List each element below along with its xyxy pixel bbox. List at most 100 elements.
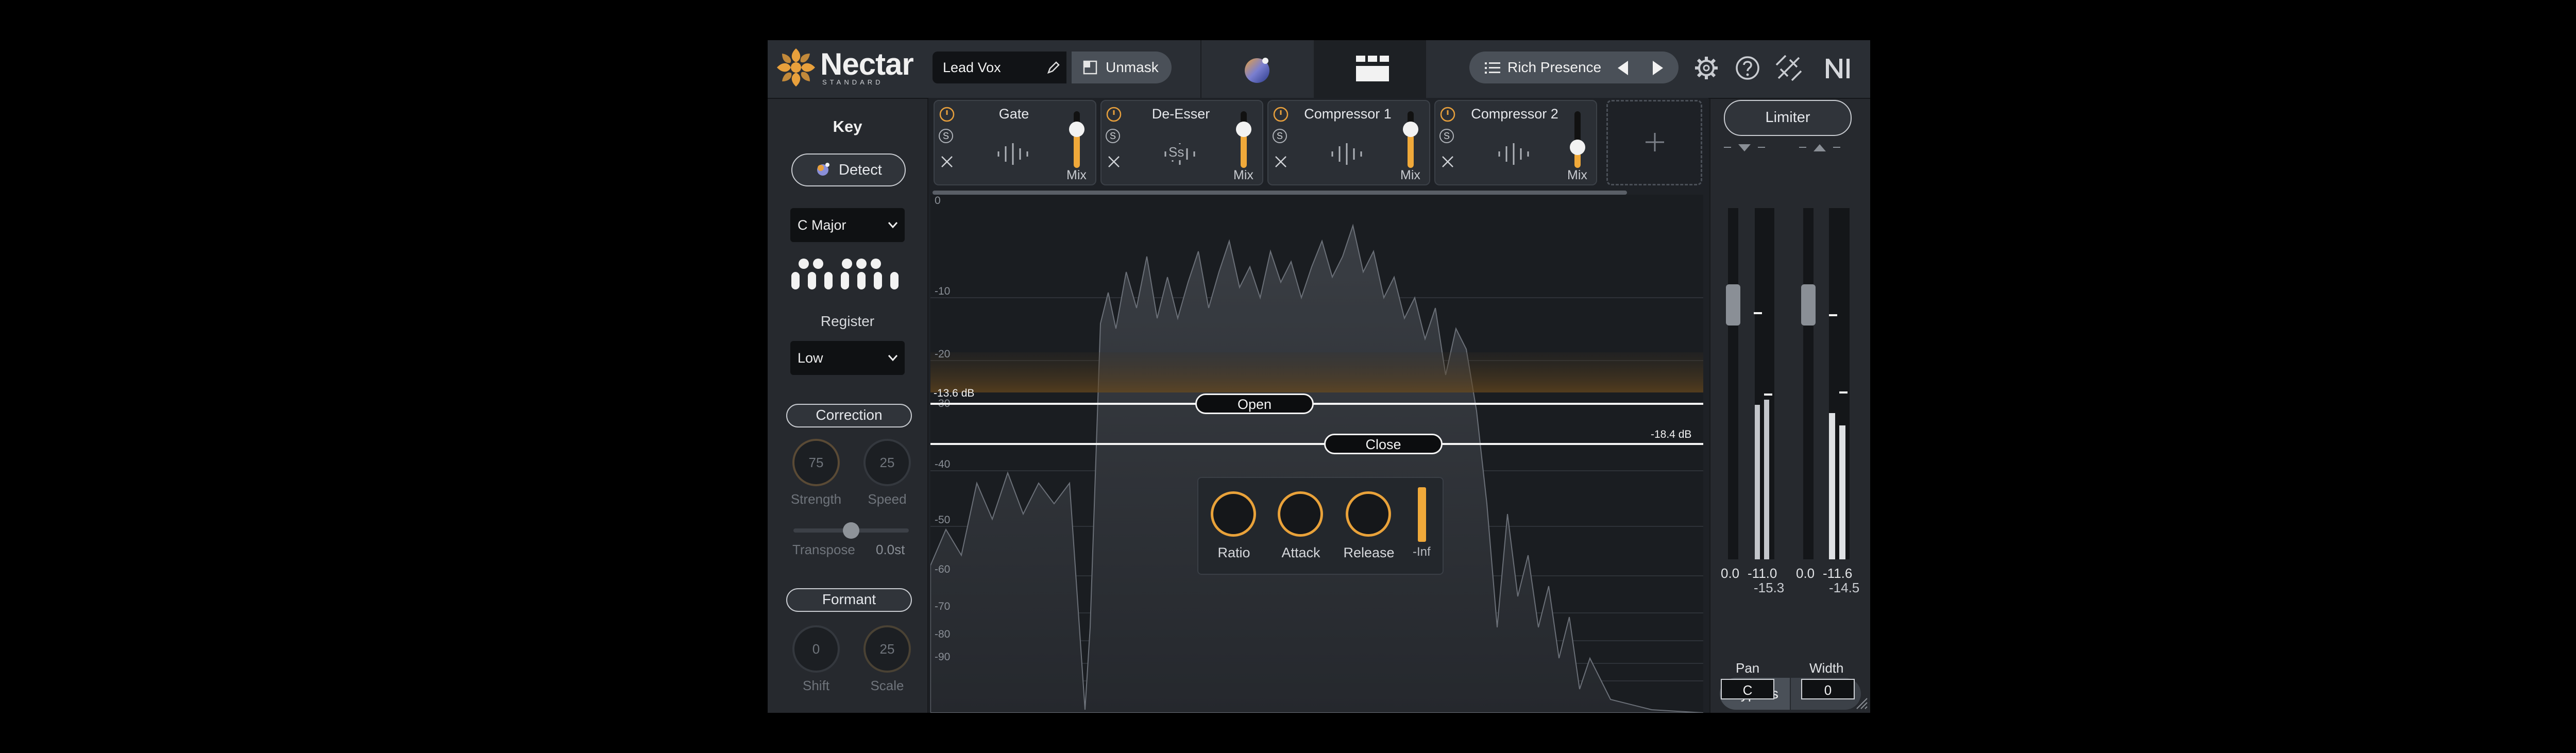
mix-fader-handle[interactable] — [1236, 122, 1251, 137]
gain-reduction-meter — [1418, 487, 1426, 542]
meter2-value-c: -14.5 — [1829, 580, 1860, 595]
module-title: Compressor 1 — [1304, 106, 1392, 122]
remove-icon[interactable] — [1107, 155, 1121, 169]
solo-button[interactable]: S — [1106, 129, 1120, 143]
solo-button[interactable]: S — [1439, 129, 1454, 143]
module-card[interactable]: S Compressor 2 Mix — [1434, 100, 1597, 185]
limiter-output-r — [1839, 208, 1850, 559]
mix-label: Mix — [1567, 168, 1587, 182]
attack-label: Attack — [1281, 545, 1320, 560]
module-card[interactable]: S Gate Mix — [934, 100, 1096, 185]
close-threshold-line[interactable] — [930, 443, 1703, 445]
module-card[interactable]: S Compressor 1 Mix — [1267, 100, 1430, 185]
output-meter-r — [1764, 208, 1774, 559]
mix-fader-fill — [1408, 134, 1414, 168]
module-title: Compressor 2 — [1471, 106, 1558, 122]
formant-toggle[interactable]: Formant — [786, 588, 912, 612]
pan-field[interactable]: C — [1721, 679, 1774, 699]
chevron-down-icon — [888, 222, 898, 229]
strength-knob[interactable]: 75 — [792, 439, 840, 486]
mix-fader-handle[interactable] — [1069, 122, 1084, 137]
limiter-output-l — [1829, 208, 1839, 559]
open-threshold-line[interactable] — [930, 403, 1703, 405]
close-db-label: -18.4 dB — [1651, 429, 1692, 440]
register-select-value: Low — [798, 350, 823, 366]
release-knob[interactable] — [1346, 491, 1391, 537]
mix-fader[interactable] — [1241, 111, 1247, 168]
app-logo: Nectar — [820, 47, 914, 81]
mix-label: Mix — [1400, 168, 1420, 182]
module-card[interactable]: S De-Esser Mix Ss — [1100, 100, 1263, 185]
db-grid-label: -10 — [935, 285, 951, 297]
meter1-value-c: -15.3 — [1754, 580, 1785, 595]
power-icon[interactable] — [1439, 106, 1456, 123]
register-label: Register — [820, 313, 875, 329]
module-waveform-icon — [1498, 143, 1529, 165]
db-grid-label: 0 — [935, 195, 941, 207]
key-title: Key — [833, 117, 862, 135]
db-grid-label: -90 — [935, 651, 951, 663]
db-grid-label: -40 — [935, 458, 951, 470]
peak-marker — [1764, 393, 1772, 396]
module-waveform-icon — [1331, 143, 1362, 165]
meter2-value-a: 0.0 — [1796, 566, 1815, 581]
speed-knob[interactable]: 25 — [863, 439, 911, 486]
scale-label: Scale — [870, 678, 904, 693]
power-icon[interactable] — [1106, 106, 1122, 123]
solo-button[interactable]: S — [1273, 129, 1287, 143]
detect-label: Detect — [839, 162, 882, 178]
ratio-knob[interactable] — [1211, 491, 1256, 537]
de-esser-label: Ss — [1168, 144, 1184, 160]
meter2-value-b: -11.6 — [1823, 566, 1853, 581]
open-db-label: -13.6 dB — [934, 387, 975, 399]
solo-button[interactable]: S — [939, 129, 953, 143]
peak-marker — [1839, 391, 1848, 393]
mix-label: Mix — [1066, 168, 1087, 182]
resize-grip-icon[interactable] — [1855, 696, 1868, 710]
chevron-down-icon — [888, 355, 898, 362]
help-icon[interactable] — [1734, 55, 1761, 81]
db-grid-label: -70 — [935, 601, 951, 612]
satellite-icon[interactable] — [1774, 54, 1803, 82]
mix-fader-handle[interactable] — [1403, 122, 1418, 137]
ni-logo-icon[interactable] — [1824, 56, 1854, 80]
transpose-value: 0.0st — [876, 542, 905, 557]
power-icon[interactable] — [1273, 106, 1289, 123]
input-gain-handle[interactable] — [1726, 284, 1740, 326]
power-icon[interactable] — [939, 106, 955, 123]
release-label: Release — [1343, 545, 1395, 560]
module-scrollbar[interactable] — [933, 191, 1627, 195]
transpose-label: Transpose — [792, 542, 855, 557]
mix-fader[interactable] — [1074, 111, 1080, 168]
attack-knob[interactable] — [1278, 491, 1323, 537]
detect-orb-icon — [817, 163, 829, 176]
transpose-slider-handle[interactable] — [843, 522, 859, 539]
add-icon[interactable] — [1643, 131, 1666, 153]
mix-fader[interactable] — [1408, 111, 1414, 168]
limiter-threshold-handle[interactable] — [1801, 284, 1816, 326]
preset-browser-label: Rich Presence — [1507, 59, 1602, 75]
width-label: Width — [1809, 660, 1844, 676]
scale-knob[interactable]: 25 — [863, 625, 911, 673]
unmask-icon — [1083, 60, 1097, 75]
next-arrow-icon[interactable] — [1650, 60, 1665, 76]
prev-arrow-icon[interactable] — [1616, 60, 1631, 76]
remove-icon[interactable] — [1274, 155, 1288, 169]
output-panel: Limiter 0.0 -11.0 -15.3 0.0 -11.6 -14.5 … — [1709, 99, 1870, 713]
pencil-icon[interactable] — [1046, 60, 1061, 75]
limiter-button[interactable]: Limiter — [1724, 100, 1852, 136]
remove-icon[interactable] — [940, 155, 954, 169]
scale-keyboard[interactable] — [790, 258, 905, 290]
remove-icon[interactable] — [1440, 155, 1455, 169]
modules-grid-icon — [1356, 56, 1389, 81]
app-logo-sub: STANDARD — [822, 78, 884, 86]
peak-marker — [1754, 312, 1762, 314]
mix-fader-handle[interactable] — [1570, 140, 1585, 155]
open-handle[interactable]: Open — [1195, 393, 1314, 414]
width-field[interactable]: 0 — [1801, 679, 1855, 699]
correction-toggle[interactable]: Correction — [786, 404, 912, 427]
shift-knob[interactable]: 0 — [792, 625, 840, 673]
close-handle[interactable]: Close — [1324, 434, 1443, 454]
strength-label: Strength — [790, 491, 842, 507]
gear-icon[interactable] — [1693, 55, 1720, 81]
